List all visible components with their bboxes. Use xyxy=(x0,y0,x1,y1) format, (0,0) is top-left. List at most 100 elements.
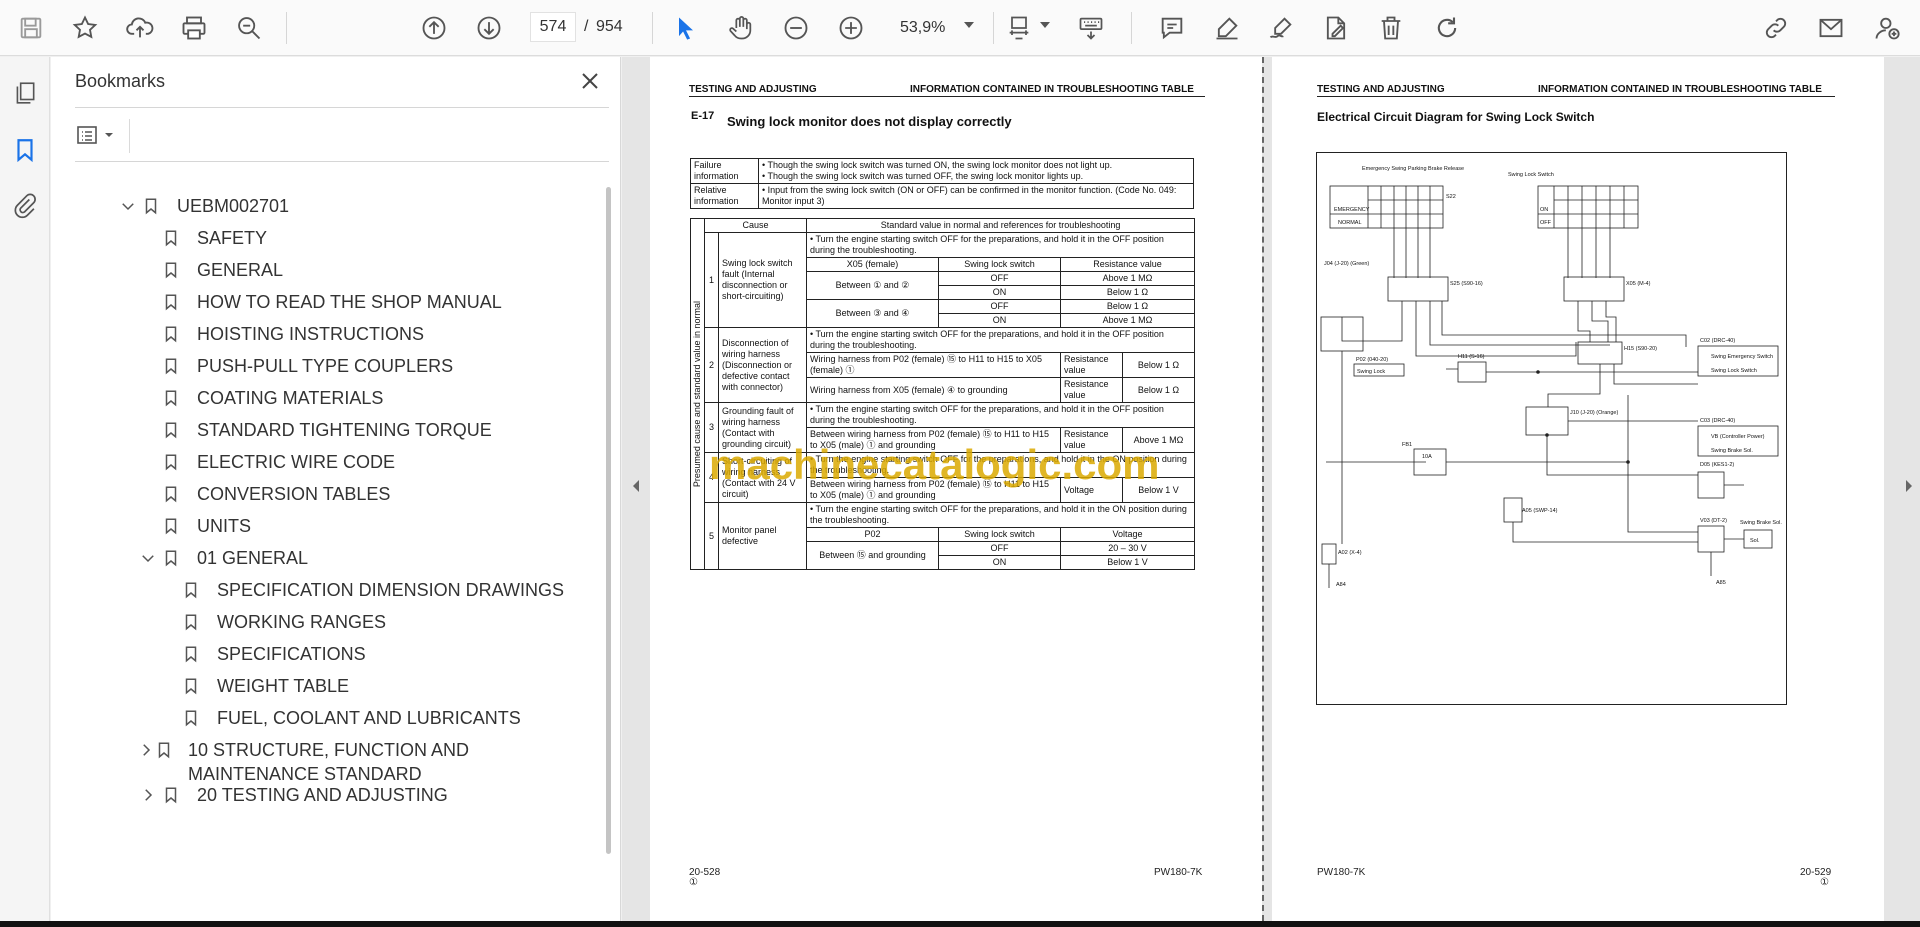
bookmark-item[interactable]: SPECIFICATION DIMENSION DRAWINGS xyxy=(157,578,599,602)
close-icon[interactable] xyxy=(578,69,602,93)
bookmark-panel-icon[interactable] xyxy=(9,134,41,166)
cause-text: Monitor panel defective xyxy=(717,502,808,570)
sign-icon[interactable] xyxy=(1262,9,1300,47)
label-s25: S25 (S90-16) xyxy=(1450,281,1483,287)
label-h11: H11 (S-16) xyxy=(1458,354,1485,360)
zoom-in-icon[interactable] xyxy=(832,9,870,47)
page-thumbnails-icon[interactable] xyxy=(9,77,41,109)
chevron-right-icon[interactable] xyxy=(137,783,159,807)
bookmark-label: STANDARD TIGHTENING TORQUE xyxy=(197,420,492,440)
chevron-down-icon[interactable] xyxy=(964,22,974,28)
user-icon[interactable] xyxy=(1868,9,1906,47)
bookmark-options-button[interactable] xyxy=(75,120,121,150)
edit-file-icon[interactable] xyxy=(1317,9,1355,47)
bookmark-item[interactable]: WEIGHT TABLE xyxy=(157,674,599,698)
star-icon[interactable] xyxy=(66,9,104,47)
measure-point: Between ③ and ④ xyxy=(806,299,940,328)
bookmark-label: SPECIFICATIONS xyxy=(217,644,366,664)
failure-info-line: • Though the swing lock switch was turne… xyxy=(762,171,1084,181)
toolbar-divider xyxy=(652,12,653,44)
label-swing-brake-sol: Swing Brake Sol. xyxy=(1711,448,1753,454)
troubleshooting-code: E-17 xyxy=(691,110,715,122)
bookmark-item[interactable]: UEBM002701 xyxy=(117,194,599,218)
chevron-down-icon[interactable] xyxy=(1040,22,1050,28)
revision-mark: ① xyxy=(1820,877,1829,888)
bookmark-icon xyxy=(179,706,203,730)
failure-info-line: • Though the swing lock switch was turne… xyxy=(762,160,1113,170)
zoom-out-icon[interactable] xyxy=(777,9,815,47)
save-icon[interactable] xyxy=(12,9,50,47)
bookmark-item[interactable]: GENERAL xyxy=(137,258,599,282)
table-header: P02 xyxy=(806,527,940,542)
bookmark-label: PUSH-PULL TYPE COUPLERS xyxy=(197,356,454,376)
value-cell: Below 1 Ω xyxy=(1122,352,1196,378)
bookmark-icon xyxy=(159,482,183,506)
bookmark-label: FUEL, COOLANT AND LUBRICANTS xyxy=(217,708,521,728)
watermark-text: machinecatalogic.com xyxy=(709,441,1160,488)
bookmark-item[interactable]: FUEL, COOLANT AND LUBRICANTS xyxy=(157,706,599,730)
label-s22: S22 xyxy=(1446,194,1456,200)
bookmark-scrollbar[interactable] xyxy=(606,187,611,854)
bookmark-icon xyxy=(159,783,183,807)
bookmark-item[interactable]: UNITS xyxy=(137,514,599,538)
bookmark-item[interactable]: HOISTING INSTRUCTIONS xyxy=(137,322,599,346)
label-off: OFF xyxy=(1540,220,1552,226)
upload-icon[interactable] xyxy=(121,9,159,47)
table-header: X05 (female) xyxy=(806,257,940,272)
hand-icon[interactable] xyxy=(722,9,760,47)
cause-text: Swing lock switch fault (Internal discon… xyxy=(717,232,808,328)
expand-panel-icon[interactable] xyxy=(1903,478,1915,494)
attachment-icon[interactable] xyxy=(9,190,41,222)
diagram-title: Electrical Circuit Diagram for Swing Loc… xyxy=(1317,110,1595,124)
mail-icon[interactable] xyxy=(1812,9,1850,47)
bookmark-label: SPECIFICATION DIMENSION DRAWINGS xyxy=(217,580,565,600)
chevron-down-icon[interactable] xyxy=(117,194,139,218)
value-cell: Below 1 Ω xyxy=(1060,299,1196,314)
link-icon[interactable] xyxy=(1757,9,1795,47)
page-header-right: INFORMATION CONTAINED IN TROUBLESHOOTING… xyxy=(1538,84,1822,95)
relative-info-text: • Input from the swing lock switch (ON o… xyxy=(758,183,1194,209)
bookmark-item[interactable]: 20 TESTING AND ADJUSTING xyxy=(137,783,599,807)
cause-text: Disconnection of wiring harness (Disconn… xyxy=(717,327,808,403)
print-icon[interactable] xyxy=(175,9,213,47)
bookmark-label: HOW TO READ THE SHOP MANUAL xyxy=(197,292,502,312)
chevron-right-icon[interactable] xyxy=(137,738,155,762)
table-header: Resistance value xyxy=(1060,257,1196,272)
label-sw-lock: Swing Lock Switch xyxy=(1711,368,1757,374)
page-number-input[interactable]: 574 xyxy=(530,12,576,42)
arrow-up-icon[interactable] xyxy=(415,9,453,47)
measure-point: Between ① and ② xyxy=(806,271,940,300)
bookmark-item[interactable]: WORKING RANGES xyxy=(157,610,599,634)
redo-icon[interactable] xyxy=(1428,9,1466,47)
bookmark-icon xyxy=(159,546,183,570)
bookmark-item[interactable]: ELECTRIC WIRE CODE xyxy=(137,450,599,474)
bookmark-item[interactable]: HOW TO READ THE SHOP MANUAL xyxy=(137,290,599,314)
highlight-icon[interactable] xyxy=(1208,9,1246,47)
arrow-down-icon[interactable] xyxy=(470,9,508,47)
label-emergency: EMERGENCY xyxy=(1334,207,1370,213)
bookmark-item[interactable]: COATING MATERIALS xyxy=(137,386,599,410)
comment-icon[interactable] xyxy=(1153,9,1191,47)
bookmark-item[interactable]: PUSH-PULL TYPE COUPLERS xyxy=(137,354,599,378)
cursor-icon[interactable] xyxy=(667,9,705,47)
chevron-down-icon[interactable] xyxy=(137,546,159,570)
bookmark-item[interactable]: 10 STRUCTURE, FUNCTION AND MAINTENANCE S… xyxy=(137,738,599,786)
bookmark-icon xyxy=(159,322,183,346)
search-zoom-icon[interactable] xyxy=(230,9,268,47)
fit-page-icon[interactable] xyxy=(1000,9,1038,47)
trash-icon[interactable] xyxy=(1372,9,1410,47)
keyboard-icon[interactable] xyxy=(1072,9,1110,47)
bookmark-item[interactable]: SAFETY xyxy=(137,226,599,250)
bookmark-item[interactable]: 01 GENERAL xyxy=(137,546,599,570)
bookmark-item[interactable]: CONVERSION TABLES xyxy=(137,482,599,506)
bookmark-label: WORKING RANGES xyxy=(217,612,387,632)
bookmark-item[interactable]: SPECIFICATIONS xyxy=(157,642,599,666)
bookmark-item[interactable]: STANDARD TIGHTENING TORQUE xyxy=(137,418,599,442)
collapse-panel-icon[interactable] xyxy=(630,478,642,494)
